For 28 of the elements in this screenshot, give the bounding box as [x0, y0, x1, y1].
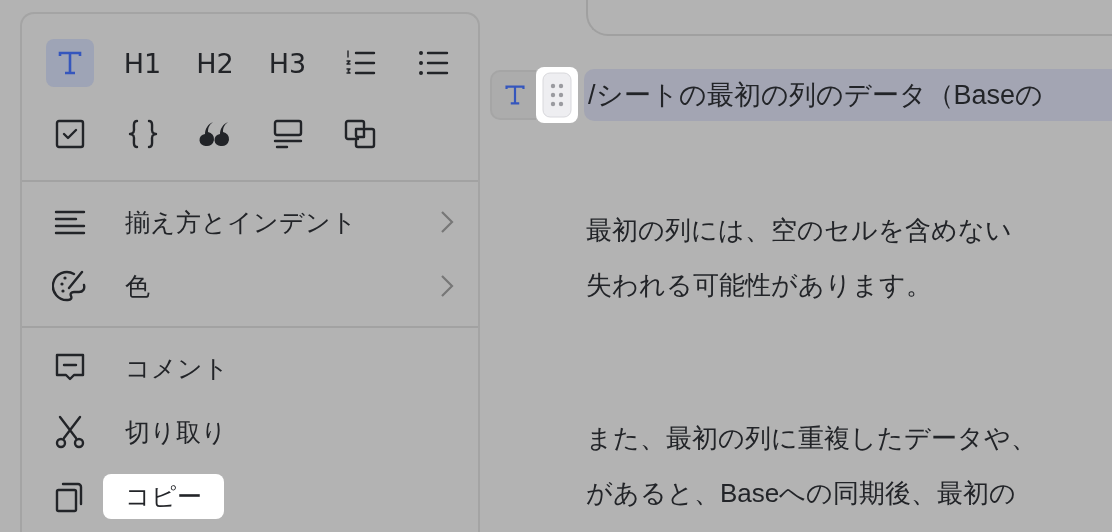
text-icon — [57, 50, 83, 76]
menu-item[interactable]: コピー — [103, 473, 224, 519]
block-type-button[interactable] — [490, 70, 536, 120]
heading-button[interactable]: H1 — [118, 39, 167, 87]
menu-item[interactable]: コメント — [103, 345, 251, 391]
bullet-list-icon — [416, 49, 449, 77]
braces-icon — [126, 118, 159, 150]
selected-block-text: /シートの最初の列のデータ（Baseの — [584, 69, 1112, 121]
quote-icon — [199, 120, 231, 148]
menu-item[interactable]: 切り取り — [103, 409, 249, 455]
text-button[interactable] — [46, 39, 94, 87]
drag-handle[interactable] — [536, 67, 578, 123]
text-icon — [504, 84, 526, 106]
linked-squares-icon — [344, 119, 376, 149]
callout-icon — [272, 119, 303, 149]
checkbox-icon — [55, 119, 85, 149]
paragraph-line: 最初の列には、空のセルを含めない — [586, 214, 1013, 247]
menu-item[interactable]: 揃え方とインデント — [103, 199, 379, 245]
heading-button[interactable]: H2 — [191, 39, 239, 87]
palette-icon — [52, 268, 88, 304]
paragraph-line: また、最初の列に重複したデータや、 — [586, 422, 1038, 455]
numbered-list-icon — [344, 49, 376, 77]
chevron-right-icon — [440, 274, 454, 298]
heading-button[interactable]: H3 — [263, 39, 312, 87]
paragraph-line: があると、Baseへの同期後、最初の — [586, 477, 1018, 510]
menu-item[interactable]: 色 — [103, 263, 172, 309]
paragraph-line: 失われる可能性があります。 — [586, 269, 933, 302]
chevron-right-icon — [440, 210, 454, 234]
